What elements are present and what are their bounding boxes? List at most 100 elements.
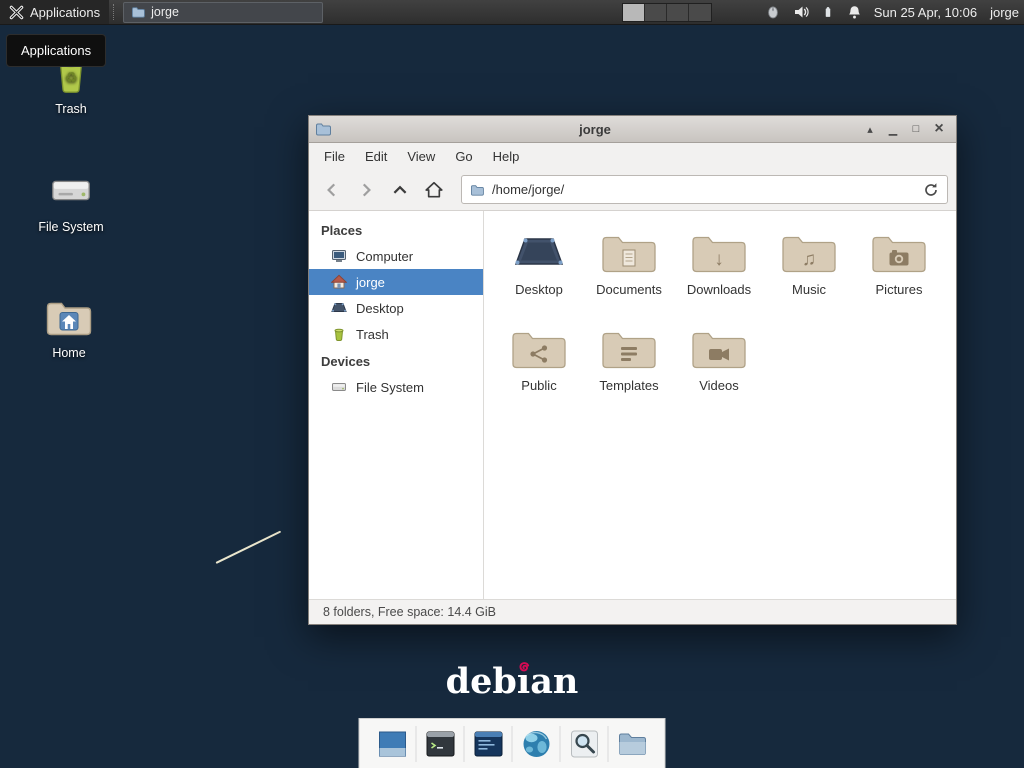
- file-label: Documents: [596, 282, 662, 297]
- folder-icon: [315, 122, 331, 136]
- sidebar-item-label: File System: [356, 380, 424, 395]
- file-desktop[interactable]: Desktop: [494, 223, 584, 319]
- wordmark-pre: deb: [446, 661, 517, 702]
- file-downloads[interactable]: ↓ Downloads: [674, 223, 764, 319]
- menu-help[interactable]: Help: [483, 145, 530, 168]
- workspace-3[interactable]: [667, 4, 689, 21]
- workspace-switcher: [622, 3, 712, 22]
- wordmark-i: ı: [517, 661, 530, 702]
- notifications-bell-icon[interactable]: [847, 4, 862, 20]
- sidebar: Places Computer: [309, 211, 484, 599]
- battery-icon[interactable]: [822, 4, 834, 20]
- home-folder-icon: [45, 298, 93, 340]
- back-button[interactable]: [317, 175, 347, 205]
- desktop-icon-home[interactable]: Home: [26, 298, 112, 360]
- taskbar-window-title: jorge: [151, 5, 179, 19]
- shade-button[interactable]: ▴: [859, 119, 881, 139]
- svg-text:♻: ♻: [65, 71, 78, 87]
- desktop-icon-file-system[interactable]: File System: [28, 168, 114, 234]
- dock: [359, 718, 666, 768]
- refresh-button[interactable]: [923, 182, 939, 198]
- file-grid: Desktop Documents: [484, 211, 956, 599]
- sidebar-header-places: Places: [309, 216, 483, 243]
- forward-button[interactable]: [351, 175, 381, 205]
- menu-go[interactable]: Go: [445, 145, 482, 168]
- sidebar-item-desktop[interactable]: Desktop: [309, 295, 483, 321]
- debian-wordmark: debıan: [0, 661, 1024, 702]
- location-path: /home/jorge/: [492, 182, 564, 197]
- sidebar-item-computer[interactable]: Computer: [309, 243, 483, 269]
- up-button[interactable]: [385, 175, 415, 205]
- folder-public-icon: [510, 319, 568, 373]
- window-titlebar[interactable]: jorge ▴ ▁ □ ×: [309, 116, 956, 143]
- dock-application-finder[interactable]: [561, 723, 608, 765]
- file-pictures[interactable]: Pictures: [854, 223, 944, 319]
- xfce-applications-icon: [9, 5, 24, 20]
- svg-text:♫: ♫: [802, 249, 816, 270]
- chevron-right-icon: [357, 181, 375, 199]
- sidebar-item-label: Computer: [356, 249, 413, 264]
- file-documents[interactable]: Documents: [584, 223, 674, 319]
- sidebar-item-file-system[interactable]: File System: [309, 374, 483, 400]
- folder-documents-icon: [600, 223, 658, 277]
- file-label: Pictures: [876, 282, 923, 297]
- folder-music-icon: ♫: [780, 223, 838, 277]
- folder-videos-icon: [690, 319, 748, 373]
- dock-terminal-alt[interactable]: [465, 723, 512, 765]
- dock-show-desktop[interactable]: [369, 723, 416, 765]
- sidebar-item-jorge[interactable]: jorge: [309, 269, 483, 295]
- chevron-up-icon: [391, 181, 409, 199]
- cursor-trail-line: [216, 531, 282, 564]
- file-label: Public: [521, 378, 556, 393]
- folder-icon: [470, 184, 484, 196]
- close-button[interactable]: ×: [928, 119, 950, 139]
- sidebar-item-trash[interactable]: Trash: [309, 321, 483, 347]
- home-icon: [424, 180, 444, 200]
- desktop-icon-label: Home: [52, 346, 85, 360]
- globe-icon: [519, 727, 553, 761]
- top-panel: Applications jorge: [0, 0, 1024, 25]
- menu-view[interactable]: View: [397, 145, 445, 168]
- volume-icon[interactable]: [793, 4, 809, 20]
- workspace-4[interactable]: [689, 4, 711, 21]
- menu-file[interactable]: File: [314, 145, 355, 168]
- toolbar: /home/jorge/: [309, 169, 956, 211]
- file-music[interactable]: ♫ Music: [764, 223, 854, 319]
- sidebar-item-label: Trash: [356, 327, 389, 342]
- file-label: Music: [792, 282, 826, 297]
- file-label: Videos: [699, 378, 739, 393]
- taskbar-window-button[interactable]: jorge: [123, 2, 323, 23]
- location-bar[interactable]: /home/jorge/: [461, 175, 948, 204]
- applications-menu-label: Applications: [30, 5, 100, 20]
- dock-web-browser[interactable]: [513, 723, 560, 765]
- panel-username[interactable]: jorge: [990, 5, 1019, 20]
- dock-file-manager[interactable]: [609, 723, 656, 765]
- terminal-alt-icon: [471, 727, 505, 761]
- window-title: jorge: [337, 122, 853, 137]
- file-public[interactable]: Public: [494, 319, 584, 415]
- folder-icon: [131, 6, 145, 18]
- folder-icon: [615, 727, 649, 761]
- home-button[interactable]: [419, 175, 449, 205]
- file-videos[interactable]: Videos: [674, 319, 764, 415]
- maximize-button[interactable]: □: [905, 119, 927, 139]
- mouse-icon[interactable]: [766, 4, 780, 20]
- terminal-icon: [423, 727, 457, 761]
- panel-clock[interactable]: Sun 25 Apr, 10:06: [874, 5, 977, 20]
- tooltip-text: Applications: [21, 43, 91, 58]
- statusbar: 8 folders, Free space: 14.4 GiB: [309, 599, 956, 624]
- desktop-icon: [331, 300, 347, 316]
- folder-downloads-icon: ↓: [690, 223, 748, 277]
- file-templates[interactable]: Templates: [584, 319, 674, 415]
- window-body: Places Computer: [309, 211, 956, 599]
- workspace-2[interactable]: [645, 4, 667, 21]
- workspace-1[interactable]: [623, 4, 645, 21]
- applications-menu-button[interactable]: Applications: [0, 0, 109, 24]
- show-desktop-icon: [375, 727, 409, 761]
- menu-edit[interactable]: Edit: [355, 145, 397, 168]
- minimize-button[interactable]: ▁: [882, 119, 904, 139]
- dock-terminal[interactable]: [417, 723, 464, 765]
- sidebar-item-label: jorge: [356, 275, 385, 290]
- desktop-icon-label: File System: [38, 220, 103, 234]
- wordmark-post: an: [530, 661, 578, 702]
